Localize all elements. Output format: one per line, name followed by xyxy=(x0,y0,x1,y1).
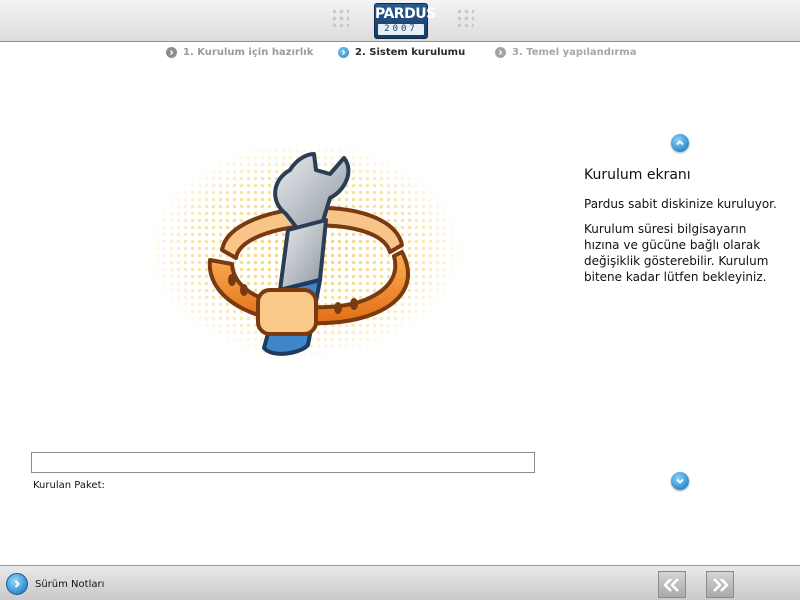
step-label: 1. Kurulum için hazırlık xyxy=(183,46,314,58)
header-dots-left xyxy=(331,8,349,30)
logo-year: 2007 xyxy=(378,24,424,35)
next-button[interactable] xyxy=(706,571,734,598)
scroll-down-button[interactable] xyxy=(671,472,689,490)
chevron-right-icon xyxy=(338,46,349,58)
release-notes-label: Sürüm Notları xyxy=(35,578,105,590)
step-basic-config: 3. Temel yapılandırma xyxy=(495,44,636,60)
step-system-install: 2. Sistem kurulumu xyxy=(338,44,465,60)
back-button[interactable] xyxy=(658,571,686,598)
chevron-right-icon xyxy=(6,573,28,595)
chevron-right-icon xyxy=(166,46,177,58)
scroll-up-button[interactable] xyxy=(671,134,689,152)
wrench-with-strap-icon xyxy=(140,140,470,370)
installer-window: PARDUS 2007 1. Kurulum için hazırlık 2. … xyxy=(0,0,800,600)
header-bar: PARDUS 2007 xyxy=(0,0,800,42)
logo-name: PARDUS xyxy=(375,6,436,22)
double-chevron-left-icon xyxy=(663,577,679,592)
info-paragraph-1: Pardus sabit diskinize kuruluyor. xyxy=(584,197,777,211)
header-dots-right xyxy=(456,8,474,30)
double-chevron-right-icon xyxy=(713,577,729,592)
step-label: 2. Sistem kurulumu xyxy=(355,46,466,58)
chevron-down-icon xyxy=(676,478,684,484)
installed-package-label: Kurulan Paket: xyxy=(33,480,105,491)
step-label: 3. Temel yapılandırma xyxy=(512,46,637,58)
chevron-right-icon xyxy=(495,46,506,58)
footer-bar: Sürüm Notları xyxy=(0,565,800,600)
info-title: Kurulum ekranı xyxy=(584,167,691,183)
info-paragraph-2: Kurulum süresi bilgisayarın hızına ve gü… xyxy=(584,222,769,284)
release-notes-button[interactable]: Sürüm Notları xyxy=(6,573,104,595)
step-preparation: 1. Kurulum için hazırlık xyxy=(166,44,313,60)
pardus-logo: PARDUS 2007 xyxy=(374,3,436,39)
chevron-up-icon xyxy=(676,140,684,146)
install-progress-bar xyxy=(31,452,535,473)
info-panel: Kurulum ekranı Pardus sabit diskinize ku… xyxy=(584,166,784,294)
step-indicator: 1. Kurulum için hazırlık 2. Sistem kurul… xyxy=(0,44,800,60)
